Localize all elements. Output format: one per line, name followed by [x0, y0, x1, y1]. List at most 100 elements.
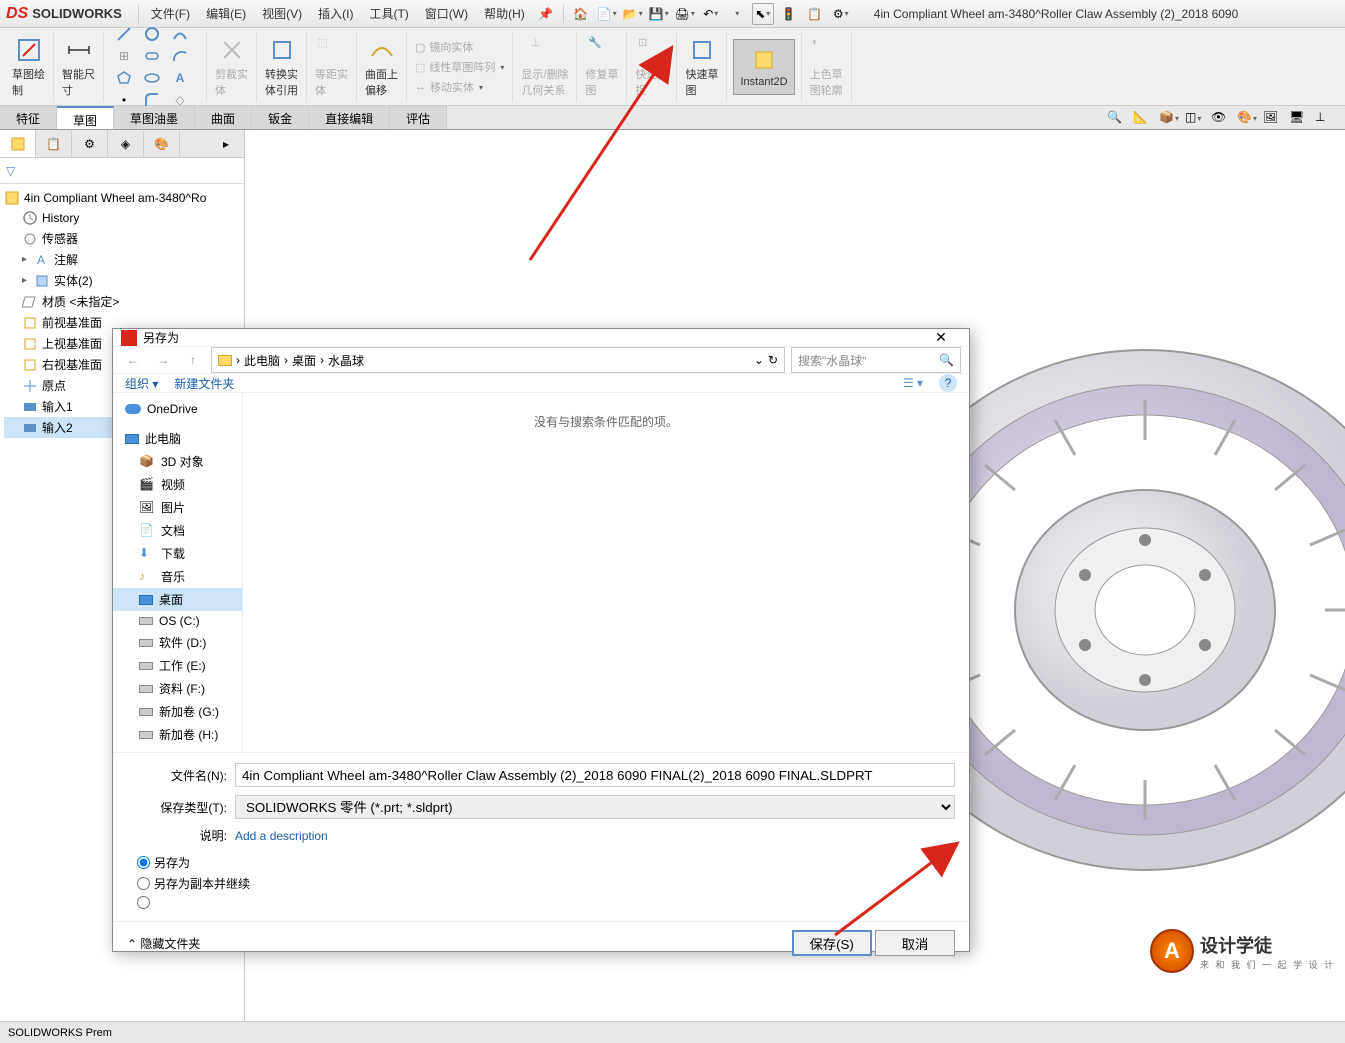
savetype-select[interactable]: SOLIDWORKS 零件 (*.prt; *.sldprt) [235, 795, 955, 819]
help-icon[interactable]: ? [939, 374, 957, 392]
view-mode-icon[interactable]: ☰ ▾ [903, 376, 923, 390]
back-button[interactable]: ← [121, 348, 145, 372]
line-icon[interactable] [110, 23, 138, 45]
tab-direct-edit[interactable]: 直接编辑 [309, 106, 390, 129]
breadcrumb-item[interactable]: 水晶球 [328, 352, 364, 369]
file-list-area[interactable]: 没有与搜索条件匹配的项。 [243, 393, 969, 752]
tab-evaluate[interactable]: 评估 [390, 106, 447, 129]
sidebar-music[interactable]: ♪音乐 [113, 565, 242, 588]
print-icon[interactable]: 🖨▾ [674, 3, 696, 25]
tree-root[interactable]: 4in Compliant Wheel am-3480^Ro [4, 188, 240, 208]
close-button[interactable]: ✕ [921, 329, 961, 346]
surface-offset-button[interactable]: 曲面上 偏移 [363, 34, 400, 100]
menu-edit[interactable]: 编辑(E) [198, 5, 254, 22]
sidebar-videos[interactable]: 🎬视频 [113, 473, 242, 496]
slot-icon[interactable] [138, 45, 166, 67]
saveas-blank-radio[interactable] [137, 896, 150, 909]
sidebar-3d-objects[interactable]: 📦3D 对象 [113, 450, 242, 473]
sidebar-downloads[interactable]: ⬇下载 [113, 542, 242, 565]
dimxpert-tab[interactable]: ◈ [108, 130, 144, 157]
tree-material[interactable]: 材质 <未指定> [4, 291, 240, 312]
sidebar-desktop[interactable]: 桌面 [113, 588, 242, 611]
forward-button[interactable]: → [151, 348, 175, 372]
feature-tree-tab[interactable] [0, 130, 36, 157]
tab-surface[interactable]: 曲面 [195, 106, 252, 129]
hide-show-icon[interactable]: 👁▾ [1211, 110, 1231, 130]
sidebar-drive-e[interactable]: 工作 (E:) [113, 654, 242, 677]
display-style-icon[interactable]: ◫▾ [1185, 110, 1205, 130]
sketch-draw-button[interactable]: 草图绘 制 [10, 34, 47, 100]
expand-icon[interactable]: ▸ [22, 254, 34, 265]
view-orientation-icon[interactable]: 📦▾ [1159, 110, 1179, 130]
menu-view[interactable]: 视图(V) [254, 5, 310, 22]
expand-icon[interactable]: ▸ [208, 130, 244, 157]
sidebar-pictures[interactable]: 🖼图片 [113, 496, 242, 519]
saveas-copy-radio[interactable] [137, 877, 150, 890]
pin-icon[interactable]: 📌 [535, 3, 557, 25]
color-sketch-button[interactable]: ◐ 上色草 图轮廓 [808, 34, 845, 100]
tab-sketch[interactable]: 草图 [57, 106, 114, 129]
hide-folders-link[interactable]: ⌃ 隐藏文件夹 [127, 935, 200, 952]
tree-history[interactable]: History [4, 208, 240, 228]
triad-icon[interactable]: ⊥ [1315, 110, 1335, 130]
desc-link[interactable]: Add a description [235, 829, 328, 843]
cancel-button[interactable]: 取消 [875, 930, 955, 956]
tree-annotations[interactable]: ▸A注解 [4, 249, 240, 270]
save-button[interactable]: 保存(S) [792, 930, 872, 956]
sidebar-drive-h[interactable]: 新加卷 (H:) [113, 723, 242, 746]
home-icon[interactable]: 🏠 [570, 3, 592, 25]
options-icon[interactable]: 📋 [804, 3, 826, 25]
expand-icon[interactable]: ▸ [22, 275, 34, 286]
ellipse-icon[interactable] [138, 67, 166, 89]
tree-sensors[interactable]: 传感器 [4, 228, 240, 249]
show-delete-button[interactable]: ⊥ 显示/删除 几何关系 [519, 34, 570, 100]
menu-file[interactable]: 文件(F) [143, 5, 198, 22]
display-tab[interactable]: 🎨 [144, 130, 180, 157]
tab-features[interactable]: 特征 [0, 106, 57, 129]
spline-icon[interactable] [166, 23, 194, 45]
sidebar-drive-g[interactable]: 新加卷 (G:) [113, 700, 242, 723]
saveas-radio[interactable] [137, 856, 150, 869]
tab-sheetmetal[interactable]: 钣金 [252, 106, 309, 129]
filename-input[interactable] [235, 763, 955, 787]
scene-icon[interactable]: 🖼 [1263, 110, 1283, 130]
linear-pattern-button[interactable]: ⬚线性草图阵列▾ [413, 57, 506, 77]
redo-icon[interactable]: ▾ [726, 3, 748, 25]
menu-window[interactable]: 窗口(W) [417, 5, 476, 22]
open-icon[interactable]: 📂▾ [622, 3, 644, 25]
rebuild-icon[interactable]: 🚦 [778, 3, 800, 25]
rapid-sketch-button[interactable]: 快速草 图 [683, 34, 720, 100]
save-icon[interactable]: 💾▾ [648, 3, 670, 25]
sidebar-documents[interactable]: 📄文档 [113, 519, 242, 542]
offset-button[interactable]: ⬚ 等距实 体 [313, 34, 350, 100]
arc-icon[interactable] [166, 45, 194, 67]
rect-icon[interactable]: ⊞ [110, 45, 138, 67]
organize-button[interactable]: 组织 ▾ [125, 375, 158, 392]
sidebar-onedrive[interactable]: OneDrive [113, 399, 242, 419]
zoom-fit-icon[interactable]: 🔍 [1107, 110, 1127, 130]
breadcrumb-item[interactable]: 此电脑 [244, 352, 280, 369]
select-icon[interactable]: ⬉▾ [752, 3, 774, 25]
breadcrumb-item[interactable]: 桌面 [292, 352, 316, 369]
sidebar-drive-d[interactable]: 软件 (D:) [113, 631, 242, 654]
tab-sketch-ink[interactable]: 草图油墨 [114, 106, 195, 129]
new-folder-button[interactable]: 新建文件夹 [174, 375, 234, 392]
instant2d-button[interactable]: Instant2D [733, 39, 794, 95]
move-button[interactable]: ↔移动实体▾ [413, 77, 485, 97]
sidebar-this-pc[interactable]: 此电脑 [113, 427, 242, 450]
menu-tools[interactable]: 工具(T) [361, 5, 416, 22]
filter-row[interactable]: ▽ [0, 158, 244, 184]
config-tab[interactable]: ⚙ [72, 130, 108, 157]
smart-dimension-button[interactable]: 智能尺 寸 [60, 34, 97, 100]
property-tab[interactable]: 📋 [36, 130, 72, 157]
breadcrumb-path[interactable]: › 此电脑 › 桌面 › 水晶球 ⌄ ↻ [211, 347, 785, 373]
text-icon[interactable]: A [166, 67, 194, 89]
search-input[interactable]: 搜索"水晶球" 🔍 [791, 347, 961, 373]
repair-button[interactable]: 🔧 修复草 图 [583, 34, 620, 100]
trim-button[interactable]: 剪裁实 体 [213, 34, 250, 100]
tree-bodies[interactable]: ▸实体(2) [4, 270, 240, 291]
view-settings-icon[interactable]: 🖥▾ [1289, 110, 1309, 130]
sidebar-drive-c[interactable]: OS (C:) [113, 611, 242, 631]
circle-icon[interactable] [138, 23, 166, 45]
mirror-button[interactable]: ▢镜向实体 [413, 37, 475, 57]
